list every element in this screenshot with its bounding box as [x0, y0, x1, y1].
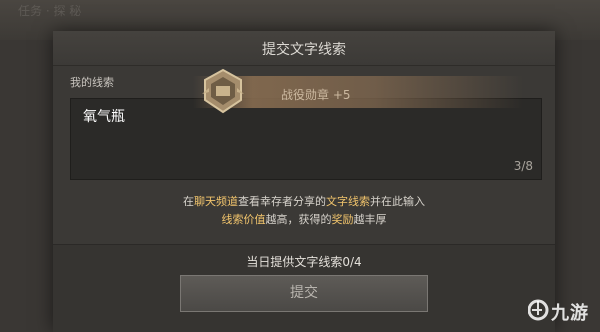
submit-clue-dialog: 提交文字线索 我的线索 氧气瓶 3/8 战役勋章 +5 在聊天频道查看幸存者分享…: [53, 31, 555, 332]
medal-icon: [202, 68, 244, 114]
clue-input-value: 氧气瓶: [83, 109, 125, 125]
hint-line-1: 在聊天频道查看幸存者分享的文字线索并在此输入: [53, 193, 555, 209]
hint-text: 查看幸存者分享的: [238, 195, 326, 208]
hint-chat-channel: 聊天频道: [194, 195, 238, 208]
hint-text: 并在此输入: [370, 195, 425, 208]
daily-submission-count: 当日提供文字线索0/4: [53, 253, 555, 270]
daily-label: 当日提供文字线索: [246, 255, 343, 269]
dialog-header: 提交文字线索: [53, 31, 555, 66]
hint-text-clue: 文字线索: [326, 195, 370, 208]
daily-value: 0/4: [342, 255, 362, 269]
hint-text: 越高，获得的: [265, 213, 332, 226]
dialog-footer: 当日提供文字线索0/4 提交: [53, 244, 555, 332]
hint-text: 越丰厚: [353, 213, 387, 226]
reward-text: 战役勋章 +5: [281, 88, 351, 102]
background-text: 任务 · 探 秘: [18, 4, 82, 18]
hint-text: 在: [183, 195, 194, 208]
hint-clue-value: 线索价值: [221, 213, 266, 226]
hint-reward: 奖励: [331, 213, 354, 226]
dialog-title: 提交文字线索: [262, 42, 346, 58]
watermark-text: 九游: [551, 303, 589, 324]
char-counter: 3/8: [513, 159, 533, 173]
hint-line-2: 线索价值越高，获得的奖励越丰厚: [53, 211, 555, 227]
submit-button[interactable]: 提交: [180, 275, 428, 312]
clue-input[interactable]: 氧气瓶 3/8: [70, 98, 542, 180]
my-clues-label: 我的线索: [70, 76, 114, 89]
